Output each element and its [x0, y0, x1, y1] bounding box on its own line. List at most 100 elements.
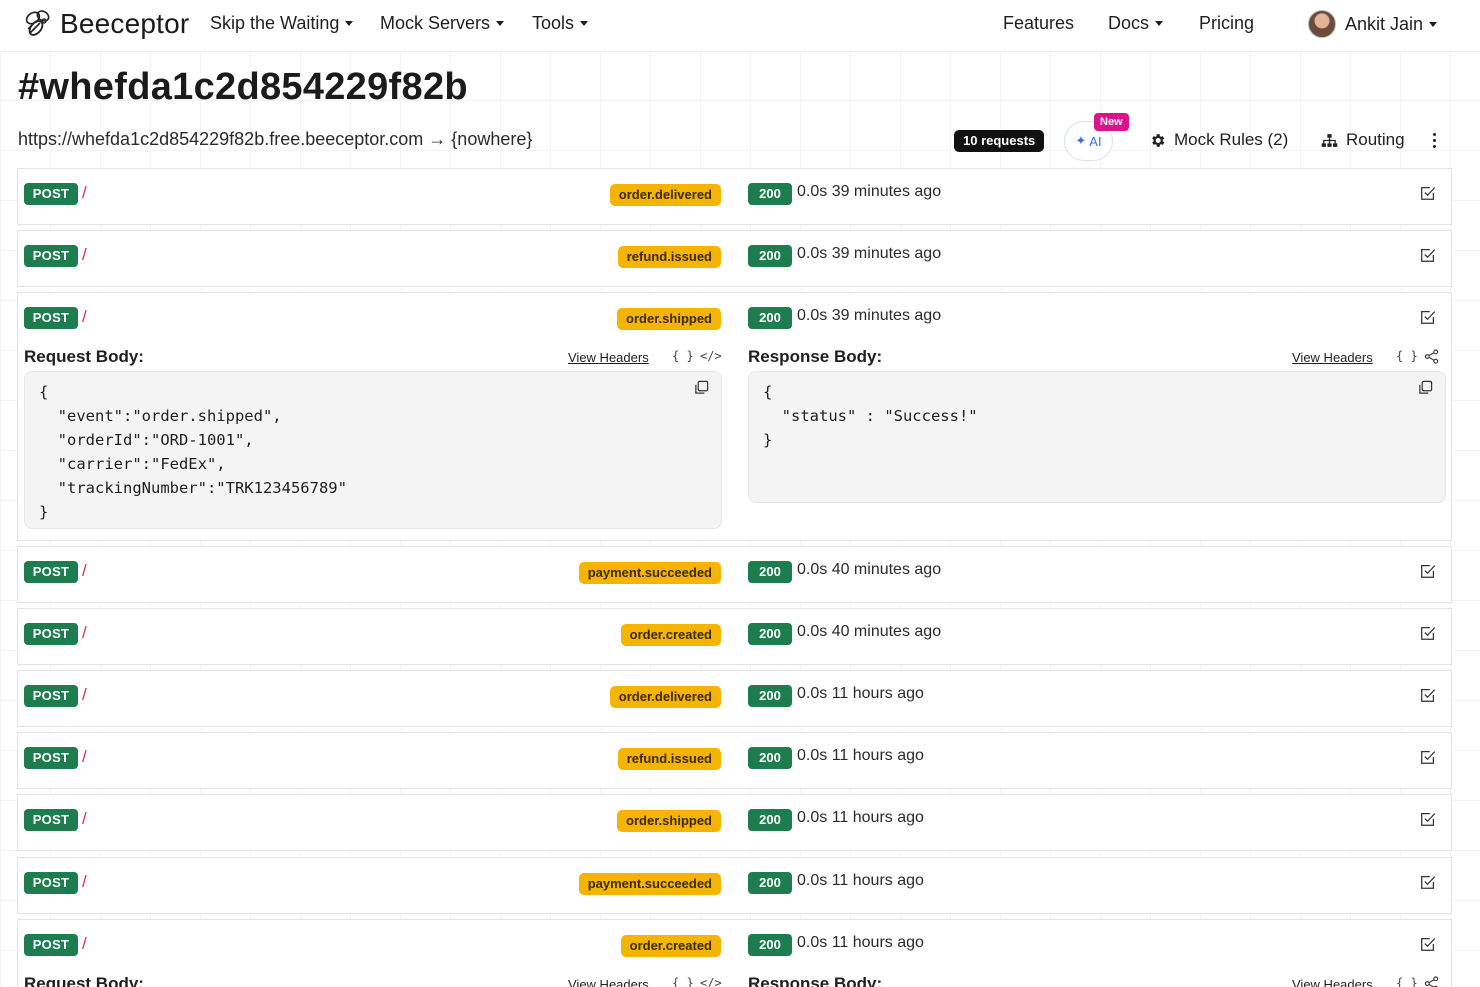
request-row[interactable]: POST / payment.succeeded 200 0.0s 11 hou…: [17, 857, 1452, 914]
more-options-icon[interactable]: [1424, 130, 1444, 150]
request-row[interactable]: POST / order.created 200 0.0s 40 minutes…: [17, 608, 1452, 665]
mock-rules-button[interactable]: Mock Rules (2): [1149, 130, 1288, 150]
request-body-code: { "event":"order.shipped", "orderId":"OR…: [39, 383, 347, 521]
request-path: /: [82, 245, 87, 264]
request-row[interactable]: POST / order.shipped 200 0.0s 11 hours a…: [17, 794, 1452, 851]
avatar: [1308, 10, 1336, 38]
nav-label: Mock Servers: [380, 13, 491, 33]
sparkle-icon: ✦: [1075, 133, 1087, 148]
new-badge: New: [1094, 113, 1129, 131]
format-json-icon[interactable]: { }: [672, 976, 694, 987]
caret-down-icon: [345, 21, 354, 26]
user-menu[interactable]: Ankit Jain: [1308, 10, 1438, 38]
user-name: Ankit Jain: [1345, 13, 1424, 34]
view-request-headers-link[interactable]: View Headers: [568, 350, 649, 365]
nav-label: Skip the Waiting: [210, 13, 340, 33]
method-badge: POST: [24, 747, 78, 769]
caret-down-icon: [580, 21, 589, 26]
caret-down-icon: [496, 21, 505, 26]
format-json-icon[interactable]: { }: [1396, 349, 1418, 363]
event-tag: refund.issued: [617, 246, 721, 268]
request-path: /: [82, 561, 87, 580]
sitemap-icon: [1321, 133, 1338, 147]
request-body-label: Request Body:: [24, 347, 144, 366]
checkbox-icon[interactable]: [1419, 308, 1437, 326]
request-path: /: [82, 934, 87, 953]
nav-label: Features: [1003, 13, 1075, 33]
method-badge: POST: [24, 623, 78, 645]
view-request-headers-link[interactable]: View Headers: [568, 977, 649, 987]
request-row[interactable]: POST / refund.issued 200 0.0s 11 hours a…: [17, 732, 1452, 789]
view-response-headers-link[interactable]: View Headers: [1292, 350, 1373, 365]
checkbox-icon[interactable]: [1419, 810, 1437, 828]
request-path: /: [82, 307, 87, 326]
checkbox-icon[interactable]: [1419, 748, 1437, 766]
nav-pricing[interactable]: Pricing: [1199, 13, 1254, 34]
caret-down-icon: [1155, 21, 1164, 26]
event-tag: payment.succeeded: [578, 873, 721, 895]
request-row[interactable]: POST / refund.issued 200 0.0s 39 minutes…: [17, 230, 1452, 287]
request-row-expanded[interactable]: POST / order.shipped 200 0.0s 39 minutes…: [17, 292, 1452, 541]
status-badge: 200: [748, 872, 792, 894]
request-path: /: [82, 747, 87, 766]
request-row[interactable]: POST / order.delivered 200 0.0s 39 minut…: [17, 168, 1452, 225]
timing-text: 0.0s 39 minutes ago: [797, 183, 942, 200]
checkbox-icon[interactable]: [1419, 184, 1437, 202]
response-body-box[interactable]: { "status" : "Success!" }: [748, 371, 1446, 503]
request-row[interactable]: POST / order.delivered 200 0.0s 11 hours…: [17, 670, 1452, 727]
method-badge: POST: [24, 561, 78, 583]
request-row-expanded[interactable]: POST / order.created 200 0.0s 11 hours a…: [17, 919, 1452, 987]
copy-icon[interactable]: [1418, 380, 1433, 395]
timing-text: 0.0s 11 hours ago: [797, 934, 924, 951]
nav-tools[interactable]: Tools: [532, 13, 589, 34]
nav-label: Pricing: [1199, 13, 1255, 33]
nav-features[interactable]: Features: [1003, 13, 1074, 34]
checkbox-icon[interactable]: [1419, 935, 1437, 953]
page-title: #whefda1c2d854229f82b: [18, 66, 468, 108]
code-view-icon[interactable]: </>: [700, 349, 722, 363]
timing-text: 0.0s 11 hours ago: [797, 685, 924, 702]
method-badge: POST: [24, 183, 78, 205]
timing-text: 0.0s 11 hours ago: [797, 809, 924, 826]
checkbox-icon[interactable]: [1419, 246, 1437, 264]
timing-text: 0.0s 39 minutes ago: [797, 245, 942, 262]
checkbox-icon[interactable]: [1419, 873, 1437, 891]
ai-label: AI: [1089, 133, 1102, 149]
status-badge: 200: [748, 623, 792, 645]
request-path: /: [82, 623, 87, 642]
format-json-icon[interactable]: { }: [1396, 976, 1418, 987]
timing-text: 0.0s 40 minutes ago: [797, 623, 942, 640]
timing-text: 0.0s 39 minutes ago: [797, 307, 942, 324]
timing-text: 0.0s 40 minutes ago: [797, 561, 942, 578]
status-badge: 200: [748, 245, 792, 267]
view-response-headers-link[interactable]: View Headers: [1292, 977, 1373, 987]
copy-icon[interactable]: [694, 380, 709, 395]
routing-label: Routing: [1346, 130, 1405, 149]
nav-label: Docs: [1108, 13, 1150, 33]
nav-docs[interactable]: Docs: [1108, 13, 1164, 34]
bee-logo-icon: [25, 10, 50, 36]
method-badge: POST: [24, 934, 78, 956]
response-body-label: Response Body:: [748, 974, 883, 987]
checkbox-icon[interactable]: [1419, 624, 1437, 642]
nav-mock-servers[interactable]: Mock Servers: [380, 13, 505, 34]
timing-text: 0.0s 11 hours ago: [797, 872, 924, 889]
checkbox-icon[interactable]: [1419, 686, 1437, 704]
brand[interactable]: Beeceptor: [20, 6, 189, 42]
event-tag: order.shipped: [617, 810, 721, 832]
request-path: /: [82, 809, 87, 828]
nav-skip-the-waiting[interactable]: Skip the Waiting: [210, 13, 354, 34]
routing-button[interactable]: Routing: [1321, 130, 1405, 150]
caret-down-icon: [1429, 21, 1438, 27]
share-icon[interactable]: [1424, 349, 1439, 364]
status-badge: 200: [748, 183, 792, 205]
format-json-icon[interactable]: { }: [672, 349, 694, 363]
timing-text: 0.0s 11 hours ago: [797, 747, 924, 764]
share-icon[interactable]: [1424, 976, 1439, 987]
checkbox-icon[interactable]: [1419, 562, 1437, 580]
event-tag: order.delivered: [609, 184, 721, 206]
request-row[interactable]: POST / payment.succeeded 200 0.0s 40 min…: [17, 546, 1452, 603]
code-view-icon[interactable]: </>: [700, 976, 722, 987]
request-body-box[interactable]: { "event":"order.shipped", "orderId":"OR…: [24, 371, 722, 529]
event-tag: refund.issued: [617, 748, 721, 770]
